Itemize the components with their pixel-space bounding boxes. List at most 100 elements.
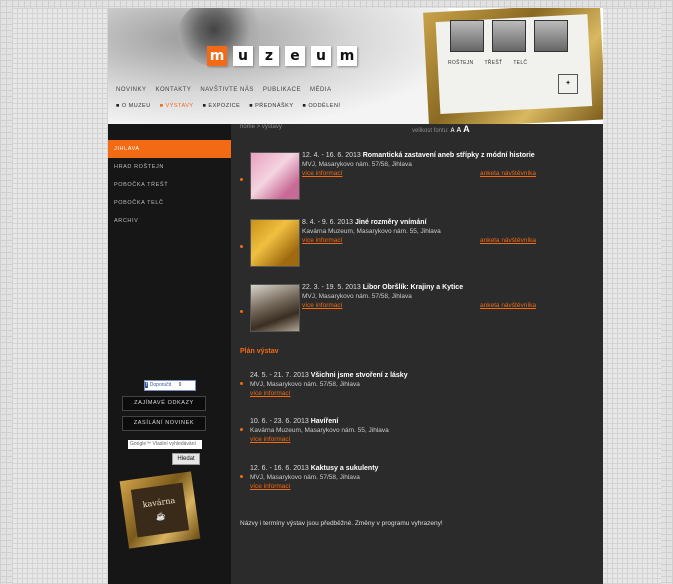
exhibition-image[interactable] bbox=[250, 284, 300, 332]
muzeum-logo[interactable]: m u z e u m bbox=[207, 46, 357, 66]
subnav-label: O MUZEU bbox=[121, 103, 151, 109]
search-button[interactable]: Hledat bbox=[172, 453, 200, 465]
subnav-expozice[interactable]: ■ EXPOZICE bbox=[203, 103, 241, 109]
bullet-icon bbox=[240, 475, 243, 478]
font-size-medium[interactable]: A bbox=[456, 127, 461, 134]
branch-label-telc[interactable]: TELČ bbox=[513, 60, 527, 66]
main-content: home > výstavy velikost fontu: A A A 12.… bbox=[236, 124, 596, 584]
sidebar-menu: JIHLAVA HRAD ROŠTEJN POBOČKA TŘEŠŤ POBOČ… bbox=[108, 124, 231, 230]
subnav-oddeleni[interactable]: ■ ODDĚLENÍ bbox=[303, 103, 341, 109]
subnav-vystavy[interactable]: ■ VÝSTAVY bbox=[160, 103, 194, 109]
browser-viewport: m u z e u m NOVINKY KONTAKTY NAVŠTIVTE N… bbox=[12, 8, 661, 584]
planned-dates: 12. 6. - 16. 6. 2013 bbox=[250, 465, 309, 472]
more-info-link[interactable]: více informací bbox=[250, 483, 290, 490]
nav-media[interactable]: MÉDIA bbox=[310, 87, 332, 93]
more-info-link[interactable]: více informací bbox=[302, 170, 342, 177]
interesting-links-button[interactable]: ZAJÍMAVÉ ODKAZY bbox=[122, 396, 206, 411]
more-info-link[interactable]: více informací bbox=[302, 237, 342, 244]
nav-publikace[interactable]: PUBLIKACE bbox=[263, 87, 301, 93]
facebook-like-button[interactable]: f Doporučit 9 bbox=[144, 380, 196, 391]
sidebar-item-pobocka-telc[interactable]: POBOČKA TELČ bbox=[108, 194, 231, 212]
top-navigation: NOVINKY KONTAKTY NAVŠTIVTE NÁS PUBLIKACE… bbox=[116, 87, 332, 93]
font-size-control: velikost fontu: A A A bbox=[412, 124, 470, 134]
branch-thumb-rostejn[interactable] bbox=[450, 20, 484, 52]
exhibition-title: Romantická zastavení aneb střípky z módn… bbox=[362, 152, 535, 159]
more-info-link[interactable]: více informací bbox=[250, 436, 290, 443]
logo-letter: e bbox=[285, 46, 305, 66]
branch-thumb-trest[interactable] bbox=[492, 20, 526, 52]
search-input[interactable]: Google™ Vlastní vyhledávání bbox=[128, 440, 202, 449]
breadcrumb[interactable]: home > výstavy bbox=[240, 124, 282, 130]
bullet-icon bbox=[240, 178, 243, 181]
facebook-count: 9 bbox=[178, 382, 182, 388]
kavarna-picture: kavárna ☕ bbox=[130, 482, 190, 538]
branch-label-trest[interactable]: TŘEŠŤ bbox=[484, 60, 502, 66]
logo-letter: m bbox=[207, 46, 227, 66]
logo-letter: u bbox=[311, 46, 331, 66]
sidebar: JIHLAVA HRAD ROŠTEJN POBOČKA TŘEŠŤ POBOČ… bbox=[108, 124, 231, 584]
planned-title: Všichni jsme stvoření z lásky bbox=[310, 372, 408, 379]
planned-dates: 24. 5. - 21. 7. 2013 bbox=[250, 372, 309, 379]
facebook-label: Doporučit bbox=[149, 382, 172, 388]
exhibition-image[interactable] bbox=[250, 219, 300, 267]
planned-place: MVJ, Masarykovo nám. 57/58, Jihlava bbox=[250, 381, 360, 388]
visitor-survey-link[interactable]: anketa návštěvníka bbox=[480, 302, 536, 309]
subnav-o-muzeu[interactable]: ■ O MUZEU bbox=[116, 103, 151, 109]
subnav-label: PŘEDNÁŠKY bbox=[255, 103, 294, 109]
visitor-survey-link[interactable]: anketa návštěvníka bbox=[480, 170, 536, 177]
planned-heading[interactable]: 24. 5. - 21. 7. 2013 Všichni jsme stvoře… bbox=[250, 372, 408, 379]
planned-dates: 10. 6. - 23. 6. 2013 bbox=[250, 418, 309, 425]
more-info-link[interactable]: více informací bbox=[250, 390, 290, 397]
exhibition-dates: 12. 4. - 16. 6. 2013 bbox=[302, 152, 361, 159]
exhibition-image[interactable] bbox=[250, 152, 300, 200]
exhibition-title: Libor Obršlík: Krajiny a Kytice bbox=[362, 284, 464, 291]
subnav-label: ODDĚLENÍ bbox=[308, 103, 341, 109]
exhibition-dates: 22. 3. - 19. 5. 2013 bbox=[302, 284, 361, 291]
planned-place: MVJ, Masarykovo nám. 57/58, Jihlava bbox=[250, 474, 360, 481]
sidebar-item-jihlava[interactable]: JIHLAVA bbox=[108, 140, 231, 158]
sidebar-item-pobocka-trest[interactable]: POBOČKA TŘEŠŤ bbox=[108, 176, 231, 194]
exhibition-heading[interactable]: 8. 4. - 9. 6. 2013 Jiné rozměry vnímání bbox=[302, 219, 427, 226]
bullet-icon bbox=[240, 382, 243, 385]
planned-heading[interactable]: 10. 6. - 23. 6. 2013 Havíření bbox=[250, 418, 338, 425]
logo-letter: m bbox=[337, 46, 357, 66]
font-size-small[interactable]: A bbox=[450, 128, 454, 134]
newsletter-button[interactable]: ZASÍLÁNÍ NOVINEK bbox=[122, 416, 206, 431]
more-info-link[interactable]: více informací bbox=[302, 302, 342, 309]
planned-title: Kaktusy a sukulenty bbox=[310, 465, 379, 472]
sidebar-item-hrad-rostejn[interactable]: HRAD ROŠTEJN bbox=[108, 158, 231, 176]
font-size-label: velikost fontu: bbox=[412, 128, 449, 134]
exhibition-place: MVJ, Masarykovo nám. 57/58, Jihlava bbox=[302, 161, 412, 168]
nav-novinky[interactable]: NOVINKY bbox=[116, 87, 147, 93]
branch-label-rostejn[interactable]: ROŠTEJN bbox=[448, 60, 473, 66]
nav-kontakty[interactable]: KONTAKTY bbox=[156, 87, 192, 93]
planned-place: Kavárna Muzeum, Masarykovo nám. 55, Jihl… bbox=[250, 427, 389, 434]
exhibition-place: Kavárna Muzeum, Masarykovo nám. 55, Jihl… bbox=[302, 228, 441, 235]
exhibition-heading[interactable]: 22. 3. - 19. 5. 2013 Libor Obršlík: Kraj… bbox=[302, 284, 463, 291]
sidebar-item-archiv[interactable]: ARCHIV bbox=[108, 212, 231, 230]
visitor-survey-link[interactable]: anketa návštěvníka bbox=[480, 237, 536, 244]
kavarna-banner[interactable]: kavárna ☕ bbox=[119, 471, 201, 549]
branch-thumb-telc[interactable] bbox=[534, 20, 568, 52]
exhibition-dates: 8. 4. - 9. 6. 2013 bbox=[302, 219, 353, 226]
exhibition-title: Jiné rozměry vnímání bbox=[354, 219, 427, 226]
subnav-prednasky[interactable]: ■ PŘEDNÁŠKY bbox=[249, 103, 293, 109]
plan-heading: Plán výstav bbox=[240, 348, 279, 355]
exhibition-place: MVJ, Masarykovo nám. 57/58, Jihlava bbox=[302, 293, 412, 300]
nav-navstivte-nas[interactable]: NAVŠTIVTE NÁS bbox=[200, 87, 253, 93]
subnav-label: VÝSTAVY bbox=[165, 103, 194, 109]
exhibition-heading[interactable]: 12. 4. - 16. 6. 2013 Romantická zastaven… bbox=[302, 152, 535, 159]
facebook-icon: f bbox=[145, 382, 149, 388]
bullet-icon bbox=[240, 310, 243, 313]
site-container: m u z e u m NOVINKY KONTAKTY NAVŠTIVTE N… bbox=[108, 8, 603, 584]
planned-heading[interactable]: 12. 6. - 16. 6. 2013 Kaktusy a sukulenty bbox=[250, 465, 378, 472]
logo-letter: u bbox=[233, 46, 253, 66]
bullet-icon bbox=[240, 245, 243, 248]
logo-letter: z bbox=[259, 46, 279, 66]
subnav-label: EXPOZICE bbox=[208, 103, 241, 109]
pvf-logo: ✦ bbox=[558, 74, 578, 94]
font-size-large[interactable]: A bbox=[463, 124, 470, 134]
site-header: m u z e u m NOVINKY KONTAKTY NAVŠTIVTE N… bbox=[108, 8, 603, 124]
sub-navigation: ■ O MUZEU ■ VÝSTAVY ■ EXPOZICE ■ PŘEDNÁŠKY ■… bbox=[116, 103, 340, 109]
planned-title: Havíření bbox=[310, 418, 339, 425]
